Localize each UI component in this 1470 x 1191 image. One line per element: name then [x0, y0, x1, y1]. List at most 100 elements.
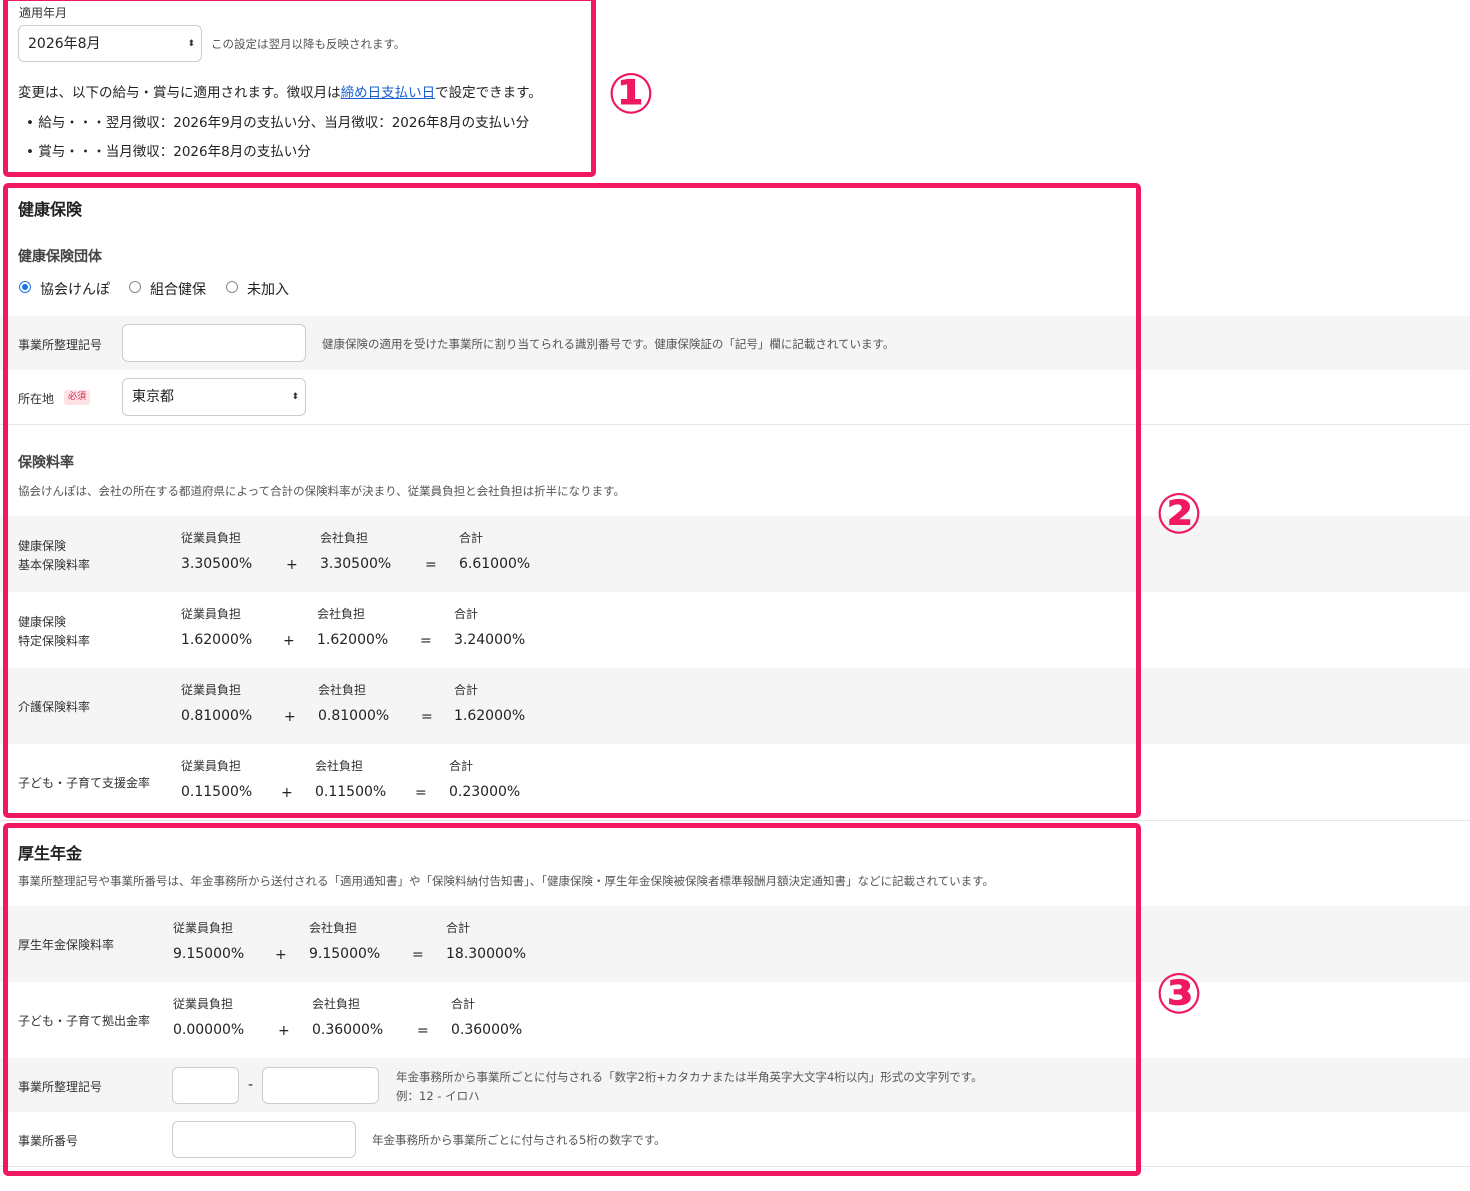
divider — [0, 820, 1470, 821]
rate-title: 保険料率 — [18, 455, 74, 471]
health-office-code-hint: 健康保険の適用を受けた事業所に割り当てられる識別番号です。健康保険証の「記号」欄… — [322, 337, 895, 351]
radio-kyokai-label: 協会けんぽ — [40, 282, 110, 298]
location-label: 所在地 — [18, 392, 55, 406]
col-total: 合計 — [454, 683, 479, 697]
month-label: 適用年月 — [19, 6, 68, 20]
pension-title: 厚生年金 — [18, 844, 83, 863]
plus-sign: + — [283, 633, 295, 649]
pension-office-code-input-2[interactable] — [262, 1067, 379, 1104]
company-rate: 1.62000% — [317, 632, 389, 648]
col-employee: 従業員負担 — [181, 531, 242, 545]
employee-rate: 0.81000% — [181, 708, 253, 724]
health-office-code-input[interactable] — [122, 324, 306, 362]
company-rate: 0.11500% — [315, 784, 387, 800]
company-rate: 0.36000% — [312, 1022, 384, 1038]
col-company: 会社負担 — [312, 997, 361, 1011]
col-employee: 従業員負担 — [181, 683, 242, 697]
rate-row-bg — [0, 516, 1470, 592]
col-total: 合計 — [454, 607, 479, 621]
total-rate: 0.23000% — [449, 784, 521, 800]
health-title: 健康保険 — [18, 200, 83, 219]
rate-label-line1: 健康保険 — [18, 539, 67, 553]
employee-rate: 3.30500% — [181, 556, 253, 572]
location-select[interactable]: 東京都 ⬍ — [122, 378, 306, 416]
total-rate: 6.61000% — [459, 556, 531, 572]
col-employee: 従業員負担 — [181, 759, 242, 773]
col-company: 会社負担 — [309, 921, 358, 935]
radio-kumiai[interactable] — [129, 281, 141, 293]
rate-row-label: 子ども・子育て拠出金率 — [18, 1014, 151, 1028]
total-rate: 18.30000% — [446, 946, 527, 962]
col-total: 合計 — [459, 531, 484, 545]
equals-sign: = — [425, 557, 437, 573]
pension-office-code-example: 例：12 - イロハ — [396, 1089, 480, 1103]
radio-mikanyu[interactable] — [226, 281, 238, 293]
col-company: 会社負担 — [317, 607, 366, 621]
month-note: この設定は翌月以降も反映されます。 — [211, 37, 406, 51]
pension-description: 事業所整理記号や事業所番号は、年金事務所から送付される「適用通知書」や「保険料納… — [18, 874, 994, 888]
health-group-title: 健康保険団体 — [18, 249, 102, 265]
employee-rate: 0.00000% — [173, 1022, 245, 1038]
total-rate: 1.62000% — [454, 708, 526, 724]
company-rate: 9.15000% — [309, 946, 381, 962]
plus-sign: + — [281, 785, 293, 801]
marker-three: ③ — [1155, 962, 1203, 1027]
pension-office-code-hint: 年金事務所から事業所ごとに付与される「数字2桁+カタカナまたは半角英字大文字4桁… — [396, 1070, 983, 1084]
col-total: 合計 — [451, 997, 476, 1011]
marker-one: ① — [607, 62, 655, 127]
rate-row-bg — [0, 668, 1470, 744]
rate-label-line1: 健康保険 — [18, 615, 67, 629]
radio-mikanyu-label: 未加入 — [247, 282, 289, 298]
employee-rate: 0.11500% — [181, 784, 253, 800]
col-total: 合計 — [449, 759, 474, 773]
rate-row-bg — [0, 906, 1470, 982]
company-rate: 0.81000% — [318, 708, 390, 724]
office-number-label: 事業所番号 — [18, 1134, 79, 1148]
employee-rate: 1.62000% — [181, 632, 253, 648]
office-number-hint: 年金事務所から事業所ごとに付与される5桁の数字です。 — [372, 1133, 666, 1147]
bonus-bullet: • 賞与・・・当月徴収：2026年8月の支払い分 — [26, 144, 311, 160]
rate-label-line2: 特定保険料率 — [18, 634, 91, 648]
radio-kyokai[interactable] — [19, 281, 31, 293]
col-company: 会社負担 — [315, 759, 364, 773]
plus-sign: + — [284, 709, 296, 725]
select-arrow-icon: ⬍ — [291, 392, 299, 402]
select-arrow-icon: ⬍ — [187, 39, 195, 49]
rate-row-label: 厚生年金保険料率 — [18, 938, 115, 952]
col-employee: 従業員負担 — [181, 607, 242, 621]
plus-sign: + — [278, 1023, 290, 1039]
required-badge: 必須 — [64, 390, 91, 405]
apply-description: 変更は、以下の給与・賞与に適用されます。徴収月は締め日支払い日で設定できます。 — [18, 81, 542, 101]
rate-row-label: 介護保険料率 — [18, 700, 91, 714]
col-company: 会社負担 — [320, 531, 369, 545]
equals-sign: = — [412, 947, 424, 963]
pension-office-code-input-1[interactable] — [172, 1067, 239, 1104]
rate-row-label: 健康保険特定保険料率 — [18, 613, 90, 651]
total-rate: 3.24000% — [454, 632, 526, 648]
col-employee: 従業員負担 — [173, 921, 234, 935]
health-office-code-label: 事業所整理記号 — [18, 338, 103, 352]
radio-kumiai-label: 組合健保 — [150, 282, 206, 298]
month-select[interactable]: 2026年8月 ⬍ — [18, 25, 202, 62]
rate-description: 協会けんぽは、会社の所在する都道府県によって合計の保険料率が決まり、従業員負担と… — [18, 484, 625, 498]
equals-sign: = — [417, 1023, 429, 1039]
closing-date-link[interactable]: 締め日支払い日 — [341, 85, 436, 101]
employee-rate: 9.15000% — [173, 946, 245, 962]
col-company: 会社負担 — [318, 683, 367, 697]
total-rate: 0.36000% — [451, 1022, 523, 1038]
rate-label-line2: 基本保険料率 — [18, 558, 91, 572]
rate-row-label: 健康保険基本保険料率 — [18, 537, 90, 575]
col-total: 合計 — [446, 921, 471, 935]
equals-sign: = — [415, 785, 427, 801]
pension-office-code-label: 事業所整理記号 — [18, 1080, 103, 1094]
apply-desc-text-after: で設定できます。 — [435, 85, 542, 101]
company-rate: 3.30500% — [320, 556, 392, 572]
equals-sign: = — [421, 709, 433, 725]
month-select-value: 2026年8月 — [28, 36, 101, 52]
salary-bullet: • 給与・・・翌月徴収：2026年9月の支払い分、当月徴収：2026年8月の支払… — [26, 115, 530, 131]
divider — [0, 1166, 1470, 1167]
office-number-input[interactable] — [172, 1121, 356, 1158]
divider — [0, 424, 1470, 425]
apply-desc-text: 変更は、以下の給与・賞与に適用されます。徴収月は — [18, 85, 341, 101]
plus-sign: + — [286, 557, 298, 573]
